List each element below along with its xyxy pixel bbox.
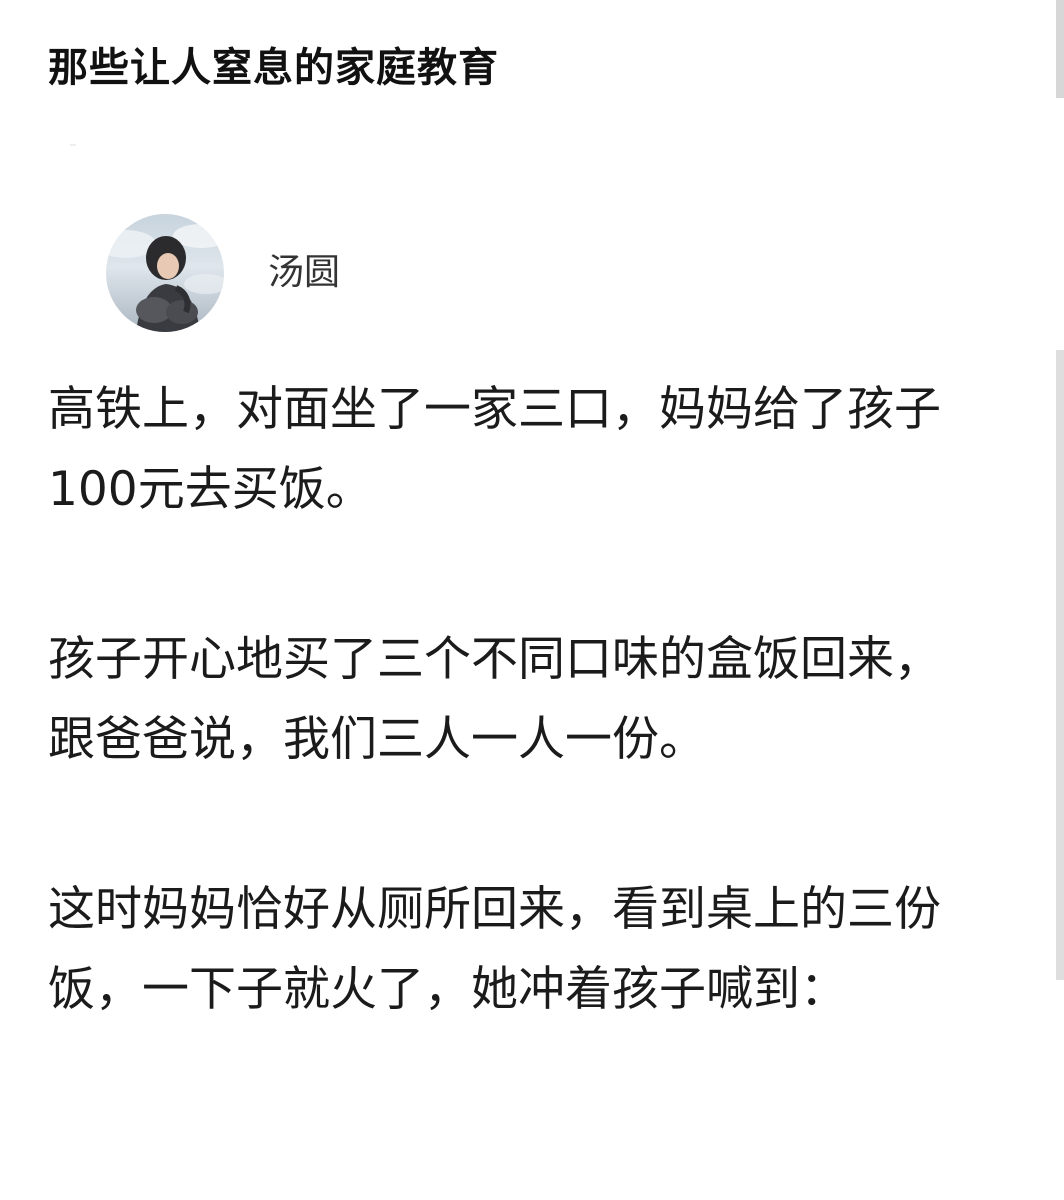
scrollbar-thumb[interactable] xyxy=(1056,350,1064,980)
page-title: 那些让人窒息的家庭教育 xyxy=(48,45,499,91)
article-paragraph: 这时妈妈恰好从厕所回来，看到桌上的三份饭，一下子就火了，她冲着孩子喊到： xyxy=(48,882,941,1017)
article-paragraph: 孩子开心地买了三个不同口味的盒饭回来，跟爸爸说，我们三人一人一份。 xyxy=(48,632,941,767)
divider xyxy=(70,144,76,146)
author-name[interactable]: 汤圆 xyxy=(268,251,340,295)
article-body: 高铁上，对面坐了一家三口，妈妈给了孩子100元去买饭。 孩子开心地买了三个不同口… xyxy=(48,370,978,1120)
avatar[interactable] xyxy=(106,214,224,332)
author-row[interactable]: 汤圆 xyxy=(106,214,340,332)
article-paragraph: 高铁上，对面坐了一家三口，妈妈给了孩子100元去买饭。 xyxy=(48,382,941,517)
user-avatar-icon xyxy=(106,224,224,332)
scrollbar-top-segment[interactable] xyxy=(1056,0,1064,98)
